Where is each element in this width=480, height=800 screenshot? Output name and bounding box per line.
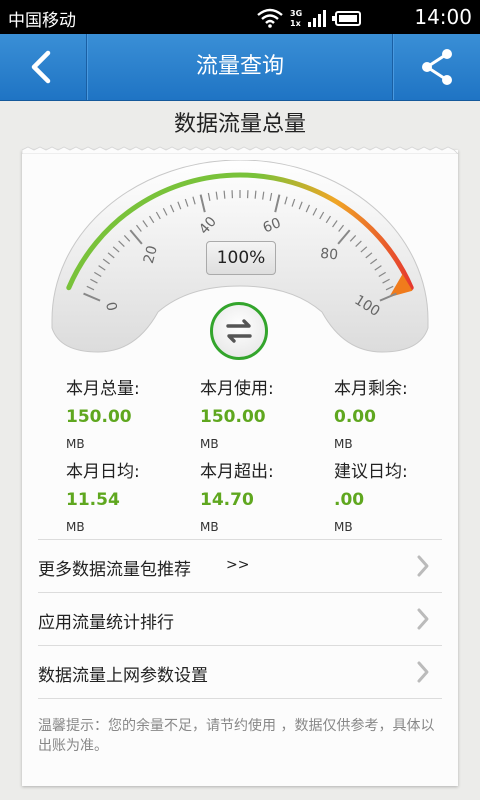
stat-label: 建议日均:	[334, 462, 408, 482]
section-title: 数据流量总量	[173, 112, 306, 137]
stat-label: 本月总量:	[66, 379, 140, 399]
gauge-percent-display: 100%	[206, 241, 276, 275]
clock: 14:00	[414, 5, 472, 29]
network-type-label: 3G	[290, 9, 302, 18]
chevron-right-icon	[417, 555, 429, 577]
card-top-edge	[22, 146, 458, 154]
menu-item-extra: >>	[226, 557, 250, 573]
gauge-minor-tick	[254, 190, 257, 199]
stat-month-exceeded: 本月超出: 14.70 MB	[200, 457, 330, 534]
menu-item-label: 更多数据流量包推荐	[38, 560, 191, 580]
network-sub-label: 1x	[290, 19, 302, 28]
chevron-right-icon	[417, 608, 429, 630]
menu-item-app-ranking[interactable]: 应用流量统计排行	[38, 592, 442, 645]
chevron-right-icon	[417, 661, 429, 683]
stat-unit: MB	[334, 437, 353, 451]
stat-value: .00	[334, 490, 365, 510]
stat-value: 150.00	[66, 407, 132, 427]
menu-item-network-settings[interactable]: 数据流量上网参数设置	[38, 645, 442, 698]
status-bar: 中国移动 3G 1x 14:00	[0, 0, 480, 34]
back-icon	[31, 50, 51, 84]
battery-icon	[332, 11, 361, 26]
tip-text: 温馨提示：您的余量不足，请节约使用 ，数据仅供参考，具体以出账为准。	[38, 718, 435, 754]
stat-label: 本月使用:	[200, 379, 274, 399]
stat-label: 本月日均:	[66, 462, 140, 482]
back-button[interactable]	[0, 34, 86, 100]
title-bar: 流量查询	[0, 34, 480, 101]
title-separator-right	[392, 34, 393, 100]
menu-item-more-packages[interactable]: 更多数据流量包推荐 >>	[38, 539, 442, 592]
signal-icon	[308, 10, 326, 27]
title-separator-left	[86, 34, 87, 100]
stat-unit: MB	[334, 520, 353, 534]
stat-value: 0.00	[334, 407, 376, 427]
stat-unit: MB	[66, 520, 85, 534]
share-icon	[422, 49, 452, 85]
stat-unit: MB	[200, 520, 219, 534]
menu-item-label: 数据流量上网参数设置	[38, 666, 208, 686]
stat-unit: MB	[200, 437, 219, 451]
switch-view-button[interactable]	[210, 302, 268, 360]
stat-month-used: 本月使用: 150.00 MB	[200, 374, 330, 451]
stat-unit: MB	[66, 437, 85, 451]
stat-label: 本月剩余:	[334, 379, 408, 399]
gauge-minor-tick	[223, 190, 226, 199]
menu-item-label: 应用流量统计排行	[38, 613, 174, 633]
stat-value: 11.54	[66, 490, 120, 510]
stat-month-total: 本月总量: 150.00 MB	[66, 374, 196, 451]
stat-month-remaining: 本月剩余: 0.00 MB	[334, 374, 464, 451]
wifi-icon	[257, 8, 283, 28]
stat-label: 本月超出:	[200, 462, 274, 482]
gauge-tick-label: 80	[319, 246, 338, 264]
carrier-name: 中国移动	[8, 11, 76, 31]
status-icons: 3G 1x	[257, 8, 361, 28]
stat-value: 14.70	[200, 490, 254, 510]
share-button[interactable]	[394, 34, 480, 100]
swap-arrows-icon	[226, 319, 252, 343]
stat-value: 150.00	[200, 407, 266, 427]
tip-divider	[38, 698, 442, 699]
stat-daily-average: 本月日均: 11.54 MB	[66, 457, 196, 534]
stat-suggested-daily: 建议日均: .00 MB	[334, 457, 464, 534]
page-title: 流量查询	[195, 54, 284, 79]
